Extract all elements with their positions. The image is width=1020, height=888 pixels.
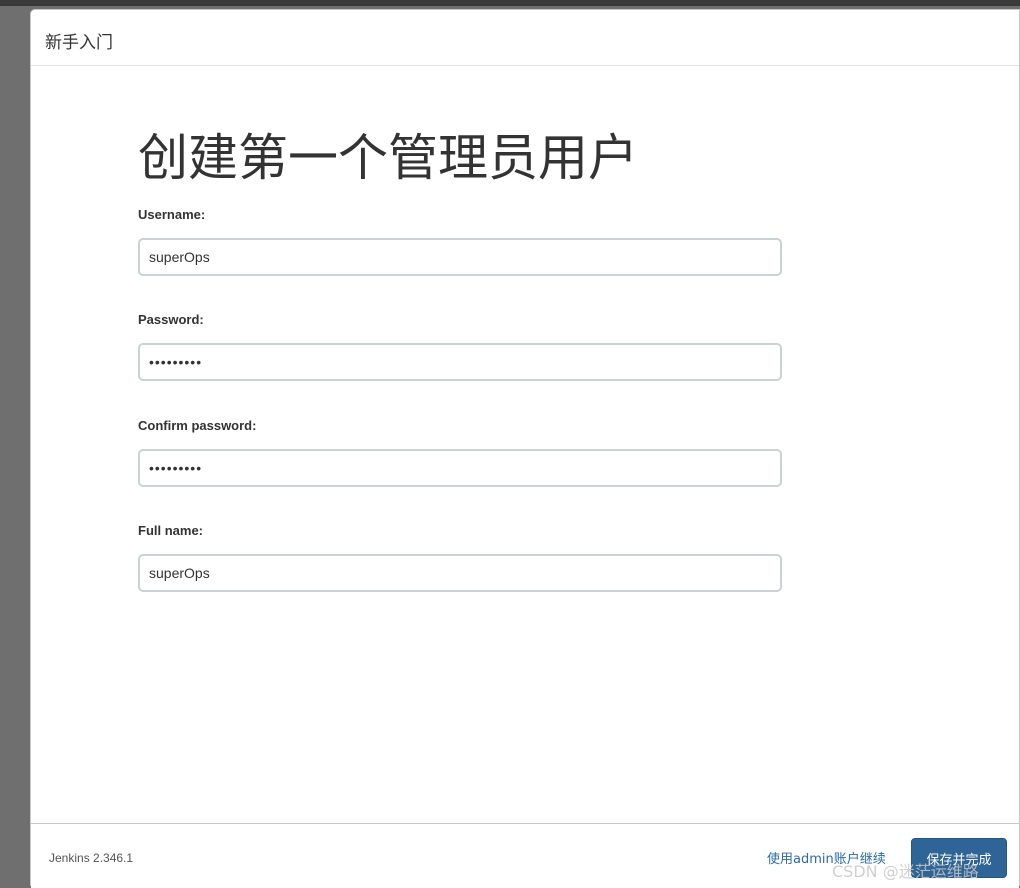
confirm-password-input[interactable] [138,449,782,487]
dialog-title: 新手入门 [45,33,113,53]
password-input[interactable] [138,343,782,381]
username-label: Username: [138,207,206,222]
dialog-header: 新手入门 [31,10,1019,66]
window-top-strip [0,0,1020,6]
full-name-input[interactable] [138,554,782,592]
password-label: Password: [138,312,204,327]
full-name-label: Full name: [138,523,204,538]
page-title: 创建第一个管理员用户 [138,129,638,187]
setup-dialog: 新手入门 创建第一个管理员用户 Username: Password: Conf… [30,9,1020,888]
confirm-password-label: Confirm password: [138,418,257,433]
version-text: Jenkins 2.346.1 [49,851,134,865]
watermark-text: CSDN @迷茫运维路 [832,862,979,881]
username-input[interactable] [138,238,782,276]
